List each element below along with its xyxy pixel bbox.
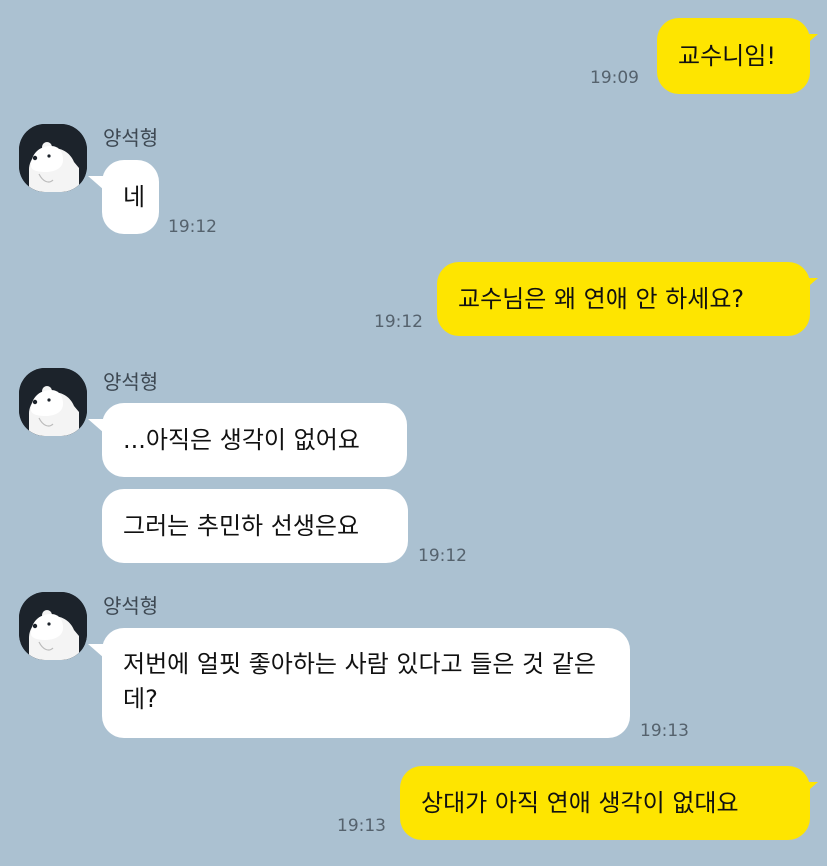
message-time: 19:12 [418,546,467,566]
polar-bear-icon [19,592,87,660]
message-time: 19:12 [168,217,217,237]
their-message-bubble[interactable]: ...아직은 생각이 없어요 [102,403,407,477]
my-message-bubble[interactable]: 상대가 아직 연애 생각이 없대요 [400,766,810,840]
message-text: 교수니임! [678,42,776,70]
message-time: 19:09 [590,68,639,88]
polar-bear-icon [19,368,87,436]
my-message-bubble[interactable]: 교수니임! [657,18,810,94]
their-message-bubble[interactable]: 그러는 추민하 선생은요 [102,489,408,563]
message-time: 19:13 [640,721,689,741]
their-bubble-tail [88,644,104,658]
their-bubble-tail [88,176,104,190]
polar-bear-icon [19,124,87,192]
message-text: 상대가 아직 연애 생각이 없대요 [421,789,739,817]
message-text: ...아직은 생각이 없어요 [123,426,360,454]
my-bubble-tail [802,278,818,292]
message-text: 그러는 추민하 선생은요 [123,512,360,540]
their-message-bubble[interactable]: 네 [102,160,159,234]
sender-name: 양석형 [103,370,159,394]
message-text: 네 [123,183,146,211]
sender-name: 양석형 [103,594,159,618]
profile-avatar[interactable] [19,368,87,436]
my-message-bubble[interactable]: 교수님은 왜 연애 안 하세요? [437,262,810,336]
my-bubble-tail [802,34,818,48]
sender-name: 양석형 [103,126,159,150]
message-text: 교수님은 왜 연애 안 하세요? [458,285,745,313]
their-message-bubble[interactable]: 저번에 얼핏 좋아하는 사람 있다고 들은 것 같은데? [102,628,630,738]
message-text: 저번에 얼핏 좋아하는 사람 있다고 들은 것 같은데? [123,650,596,713]
my-bubble-tail [802,782,818,796]
profile-avatar[interactable] [19,124,87,192]
profile-avatar[interactable] [19,592,87,660]
message-time: 19:12 [374,312,423,332]
message-time: 19:13 [337,816,386,836]
their-bubble-tail [88,419,104,433]
